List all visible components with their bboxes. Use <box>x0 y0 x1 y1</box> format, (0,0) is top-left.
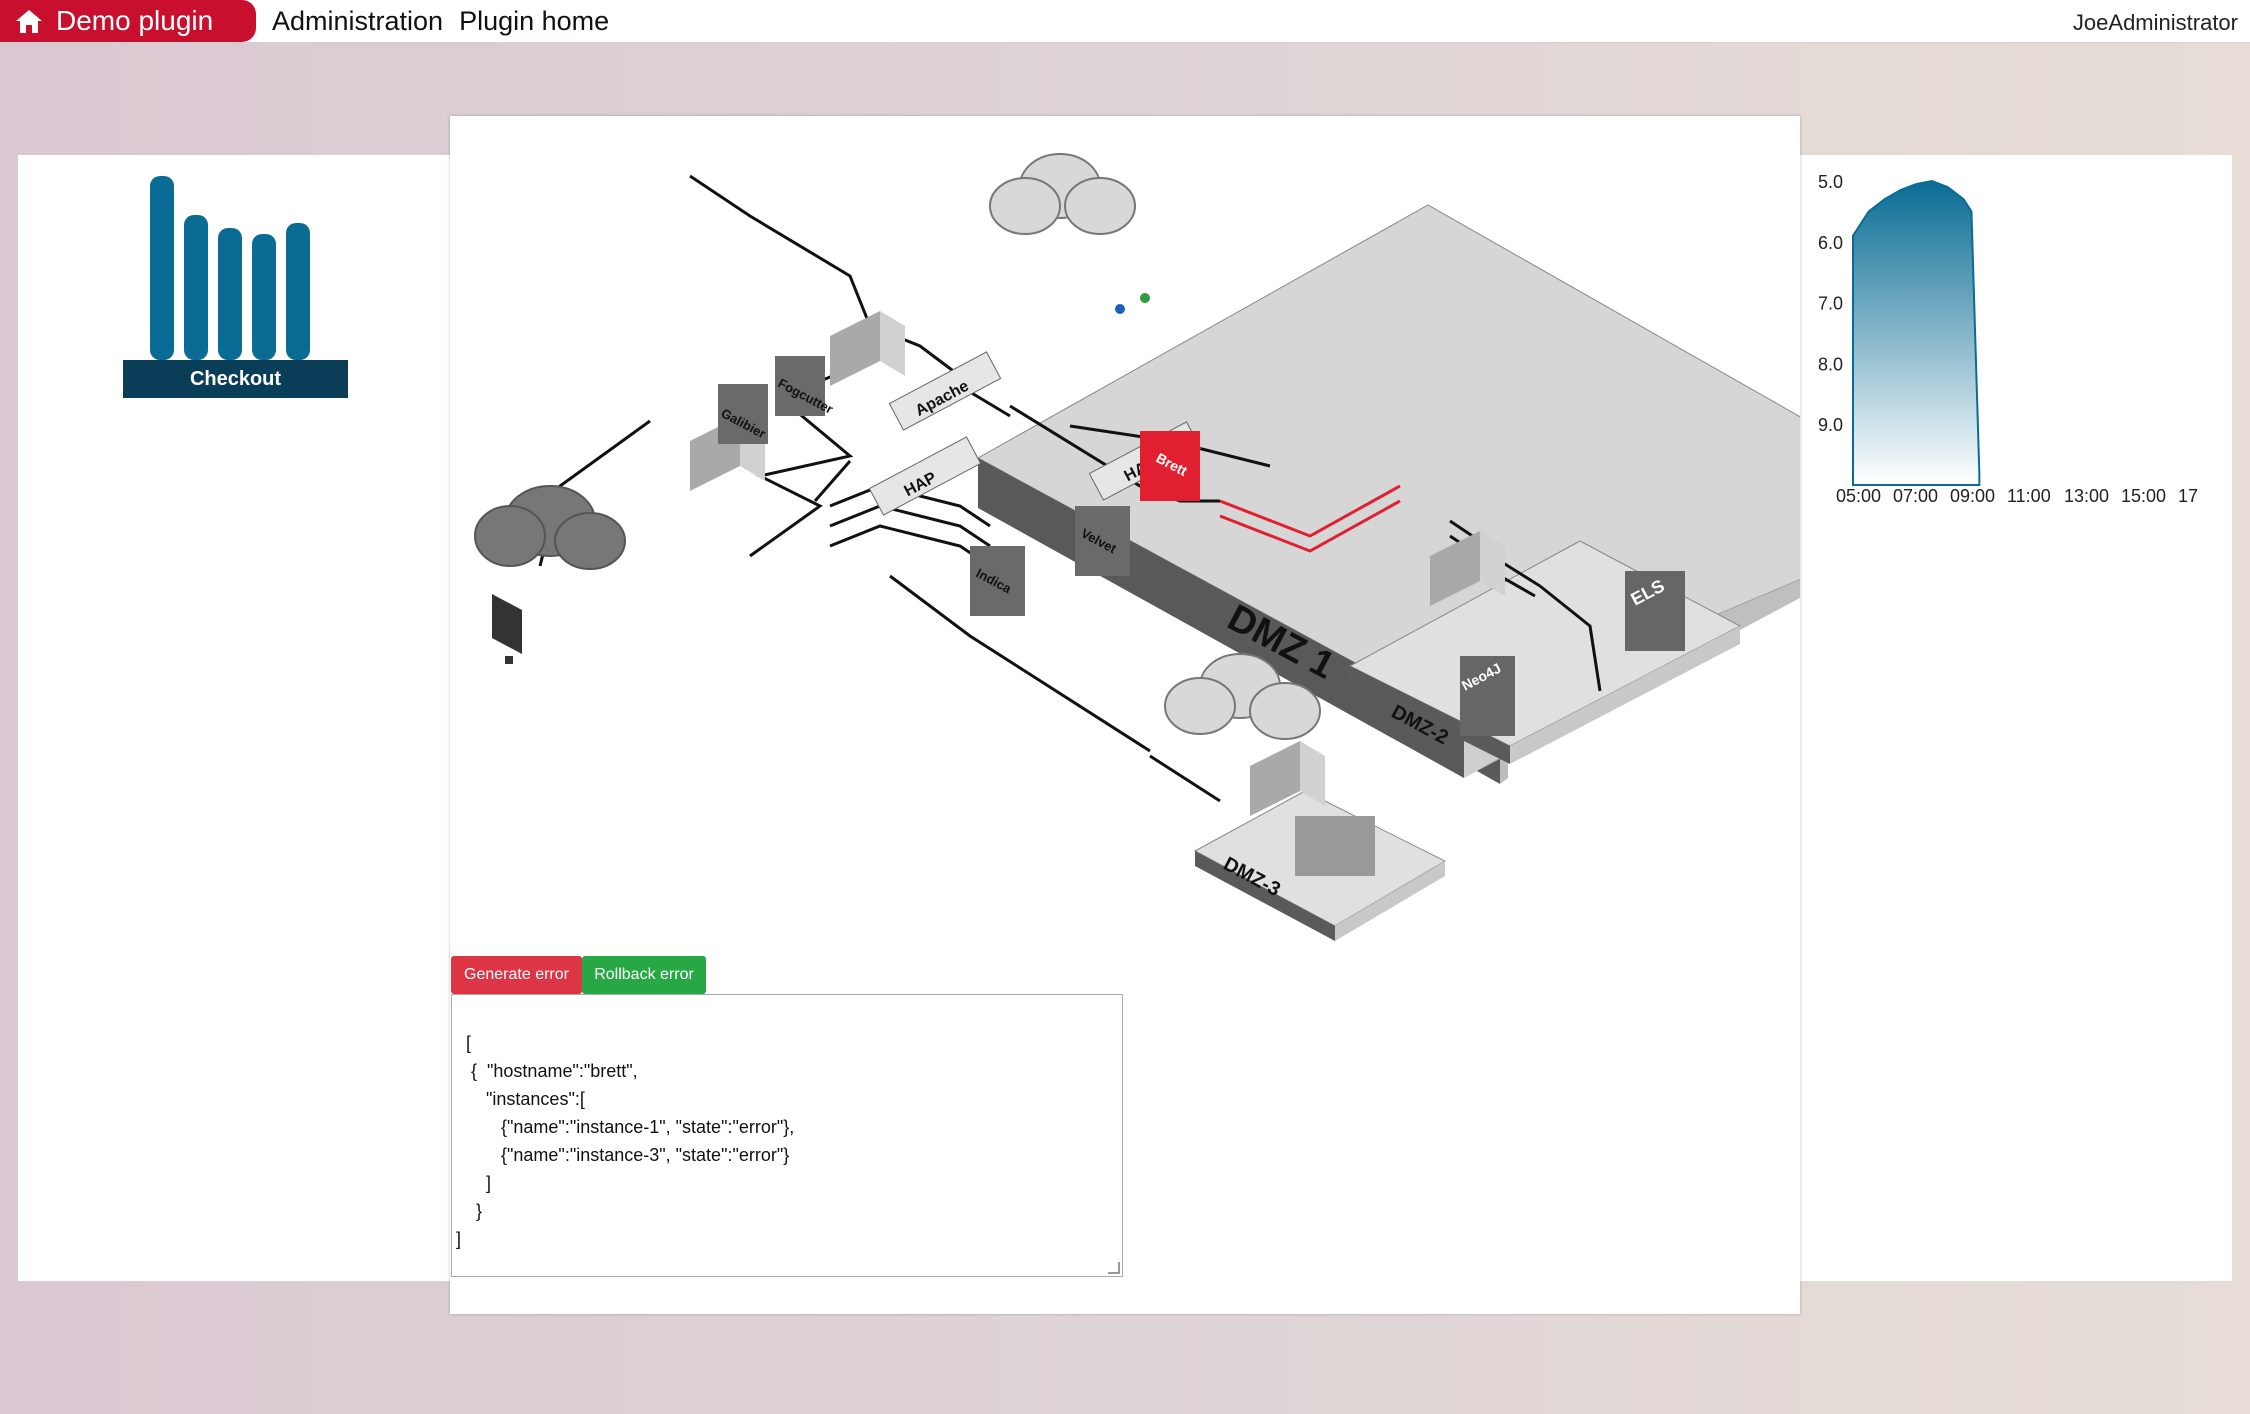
x-tick-label: 09:00 <box>1950 486 1995 506</box>
checkout-bar <box>150 176 174 360</box>
resize-grip-icon[interactable] <box>1108 1262 1120 1274</box>
x-tick-label: 07:00 <box>1893 486 1938 506</box>
x-tick-label: 17 <box>2178 486 2198 506</box>
json-textarea[interactable]: [ { "hostname":"brett", "instances":[ {"… <box>451 994 1123 1277</box>
y-tick-label: 7.0 <box>1818 294 1843 314</box>
y-tick-label: 9.0 <box>1818 415 1843 435</box>
latency-chart: 5.0 6.0 7.0 8.0 9.0 05:00 07:00 09:00 11:00 13:0… <box>1818 172 2198 506</box>
checkout-bar <box>286 223 310 360</box>
nav-plugin-home[interactable]: Plugin home <box>459 6 609 37</box>
user-name[interactable]: JoeAdministrator <box>2073 10 2238 36</box>
app-title: Demo plugin <box>56 5 214 36</box>
home-icon <box>14 7 46 35</box>
network-diagram: DMZ 1 DMZ-2 DMZ-3 Apache Galibier Fogcut… <box>474 153 1800 941</box>
top-bar: Demo plugin Administration Plugin home J… <box>0 0 2250 43</box>
cloud-icon <box>989 153 1136 235</box>
x-tick-label: 05:00 <box>1836 486 1881 506</box>
y-tick-label: 8.0 <box>1818 354 1843 374</box>
checkout-bar <box>184 215 208 360</box>
checkout-bar <box>218 228 242 360</box>
firewall-icon <box>830 311 905 386</box>
checkout-bar <box>252 234 276 360</box>
generate-error-button[interactable]: Generate error <box>451 956 582 994</box>
x-tick-label: 15:00 <box>2121 486 2166 506</box>
brand-home-link[interactable]: Demo plugin <box>0 0 256 42</box>
y-tick-label: 6.0 <box>1818 233 1843 253</box>
breadcrumb: Administration Plugin home <box>272 6 609 37</box>
monitor-icon <box>492 594 522 664</box>
rollback-error-button[interactable]: Rollback error <box>582 956 706 994</box>
checkout-bar-widget <box>150 176 310 360</box>
cloud-icon <box>474 485 626 570</box>
area-series <box>1852 179 1981 486</box>
nav-administration[interactable]: Administration <box>272 6 443 37</box>
json-text: [ { "hostname":"brett", "instances":[ {"… <box>456 1033 795 1249</box>
x-tick-label: 11:00 <box>2007 486 2051 506</box>
y-tick-label: 5.0 <box>1818 172 1843 192</box>
x-tick-label: 13:00 <box>2064 486 2109 506</box>
checkout-label[interactable]: Checkout <box>123 360 348 398</box>
